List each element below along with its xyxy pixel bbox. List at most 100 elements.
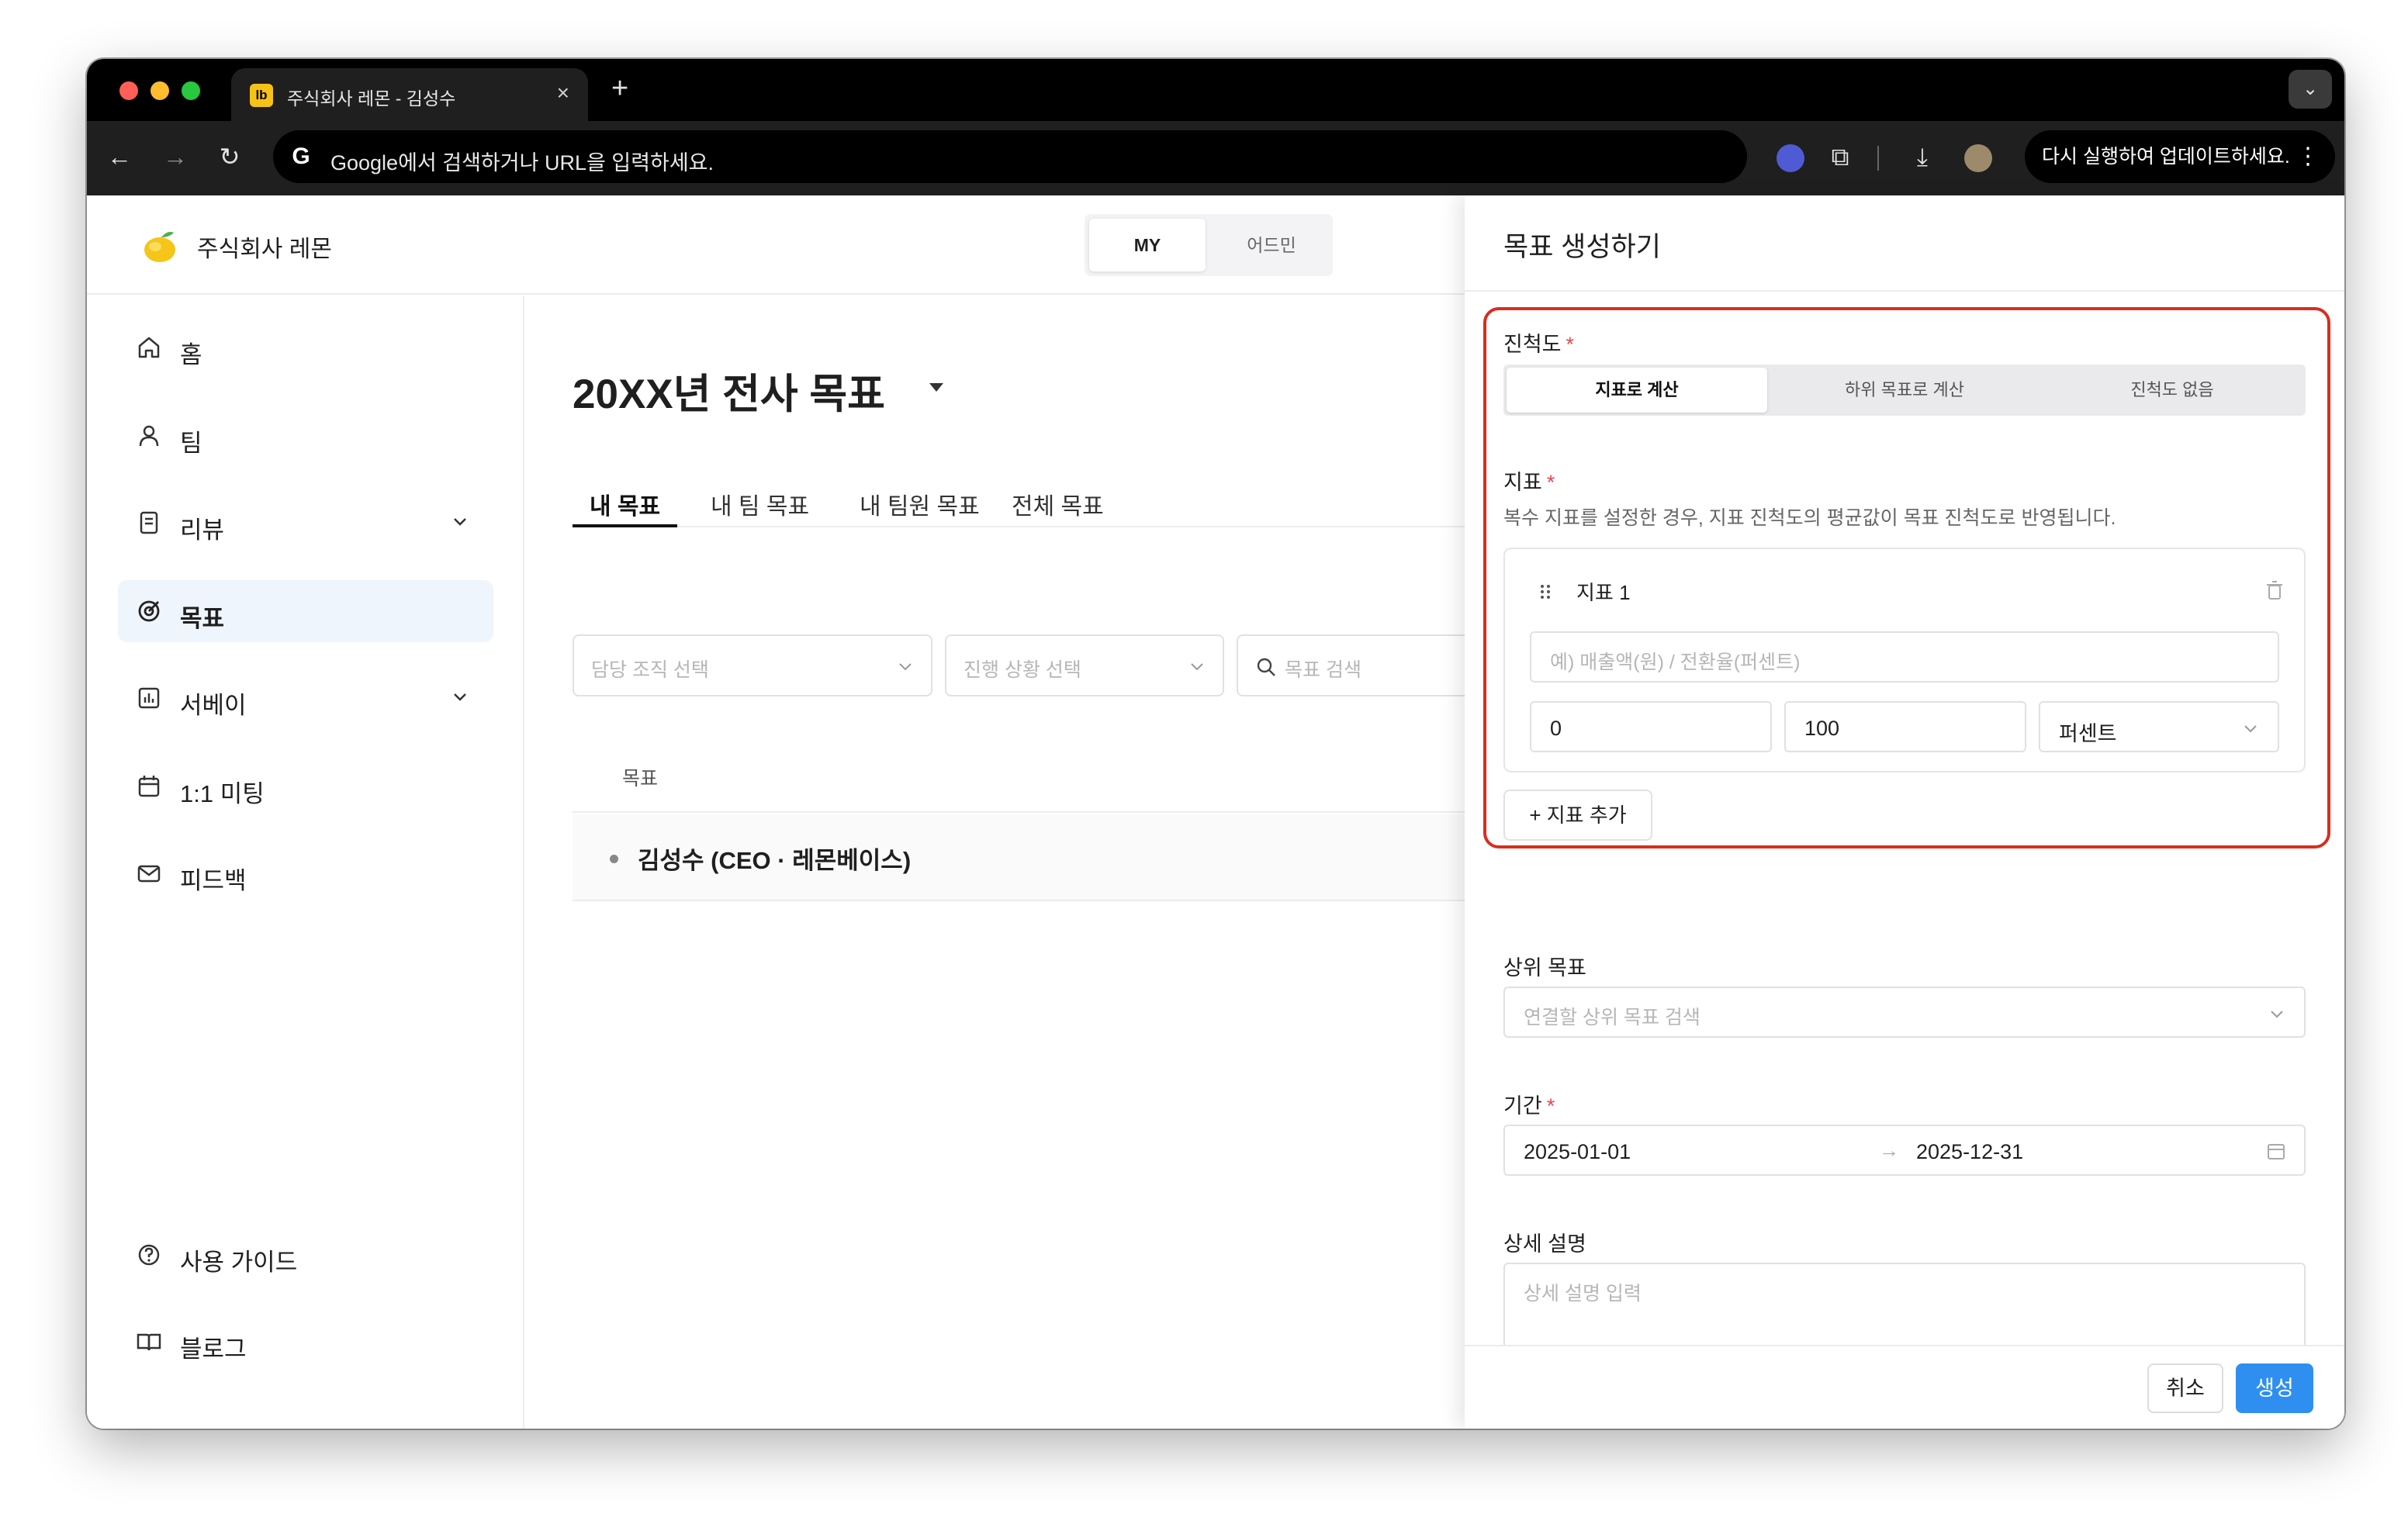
sidebar-item-feedback[interactable]: 피드백 xyxy=(118,842,493,904)
address-placeholder: Google에서 검색하거나 URL을 입력하세요. xyxy=(330,151,714,175)
calendar-icon xyxy=(138,776,160,797)
forward-arrow-icon[interactable]: → xyxy=(160,141,191,172)
sidebar-item-label: 블로그 xyxy=(180,1336,247,1363)
main-content: 20XX년 전사 목표 내 목표 내 팀 목표 내 팀원 목표 전체 목표 담당… xyxy=(526,296,1468,1429)
metric-unit-value: 퍼센트 xyxy=(2059,722,2117,745)
tab-close-icon[interactable]: × xyxy=(557,81,569,105)
org-filter-select[interactable]: 담당 조직 선택 xyxy=(573,634,932,696)
progress-label: 진척도 * xyxy=(1503,327,1574,358)
metric-name-input[interactable]: 예) 매출액(원) / 전환율(퍼센트) xyxy=(1530,631,2279,683)
progress-none-option[interactable]: 진척도 없음 xyxy=(2042,368,2302,413)
puzzle-extensions-icon[interactable]: ⧉ xyxy=(1825,141,1856,172)
mode-switch: MY 어드민 xyxy=(1085,214,1333,276)
chevron-down-icon xyxy=(2244,725,2257,733)
sidebar-item-one-on-one[interactable]: 1:1 미팅 xyxy=(118,755,493,817)
period-label: 기간 * xyxy=(1503,1089,1555,1119)
progress-by-subgoal-option[interactable]: 하위 목표로 계산 xyxy=(1774,368,2035,413)
help-icon xyxy=(138,1244,160,1266)
tab-my-goals[interactable]: 내 목표 xyxy=(573,487,678,527)
chevron-down-icon xyxy=(454,518,466,526)
row-owner: 김성수 (CEO · 레몬베이스) xyxy=(638,847,912,874)
period-range-picker[interactable]: 2025-01-01 → 2025-12-31 xyxy=(1503,1125,2306,1176)
tab-search-chevron-icon[interactable]: ⌄ xyxy=(2289,70,2332,109)
tab-all-goals[interactable]: 전체 목표 xyxy=(995,487,1121,527)
parent-goal-select[interactable]: 연결할 상위 목표 검색 xyxy=(1503,987,2306,1038)
metric-name: 지표 1 xyxy=(1576,581,1631,604)
metric-unit-select[interactable]: 퍼센트 xyxy=(2039,701,2279,752)
progress-label-text: 진척도 xyxy=(1503,333,1562,356)
metric-target-input[interactable]: 100 xyxy=(1784,701,2026,752)
metric-label-text: 지표 xyxy=(1503,471,1542,494)
metric-start-value: 0 xyxy=(1550,717,1562,740)
parent-goal-label-text: 상위 목표 xyxy=(1503,956,1586,980)
sidebar-item-blog[interactable]: 블로그 xyxy=(118,1311,493,1373)
mode-admin-button[interactable]: 어드민 xyxy=(1213,219,1330,271)
web-page: 주식회사 레몬 MY 어드민 홈 팀 리뷰 목표 서베이 1:1 미팅 피드백 … xyxy=(87,195,2344,1429)
period-start-value[interactable]: 2025-01-01 xyxy=(1524,1140,1631,1164)
more-menu-icon[interactable]: ⋮ xyxy=(2296,130,2320,183)
browser-tab[interactable]: lb 주식회사 레몬 - 김성수 × xyxy=(231,68,588,121)
maximize-window-button[interactable] xyxy=(182,81,200,100)
search-placeholder: 목표 검색 xyxy=(1285,659,1361,681)
sidebar-item-guide[interactable]: 사용 가이드 xyxy=(118,1224,493,1286)
calendar-icon xyxy=(2268,1144,2285,1159)
cancel-button[interactable]: 취소 xyxy=(2147,1363,2223,1413)
sidebar-item-label: 홈 xyxy=(180,341,202,368)
sidebar-item-survey[interactable]: 서베이 xyxy=(118,667,493,729)
reload-icon[interactable]: ↻ xyxy=(214,141,245,172)
minimize-window-button[interactable] xyxy=(150,81,169,100)
progress-by-metric-option[interactable]: 지표로 계산 xyxy=(1507,368,1767,413)
page-title: 20XX년 전사 목표 xyxy=(573,372,885,417)
new-tab-button[interactable]: + xyxy=(611,73,628,104)
status-filter-placeholder: 진행 상황 선택 xyxy=(964,659,1081,681)
sidebar-item-label: 목표 xyxy=(180,605,225,632)
chart-icon xyxy=(138,687,160,709)
book-icon xyxy=(137,1333,161,1351)
sidebar: 홈 팀 리뷰 목표 서베이 1:1 미팅 피드백 사용 가이드 블로그 xyxy=(87,296,524,1429)
address-bar[interactable]: G Google에서 검색하거나 URL을 입력하세요. xyxy=(273,130,1747,183)
profile-avatar[interactable] xyxy=(1964,144,1992,172)
description-label-text: 상세 설명 xyxy=(1503,1232,1586,1256)
person-icon xyxy=(139,425,159,447)
close-window-button[interactable] xyxy=(119,81,138,100)
sidebar-item-team[interactable]: 팀 xyxy=(118,405,493,467)
update-chrome-button[interactable]: 다시 실행하여 업데이트하세요. ⋮ xyxy=(2025,130,2335,183)
tab-team-goals[interactable]: 내 팀 목표 xyxy=(694,487,826,527)
chevron-down-icon xyxy=(454,693,466,701)
sidebar-item-label: 사용 가이드 xyxy=(180,1249,298,1276)
required-mark: * xyxy=(1546,471,1555,494)
title-dropdown-icon[interactable] xyxy=(929,383,943,392)
app-header: 주식회사 레몬 MY 어드민 xyxy=(87,195,1468,295)
tab-strip: lb 주식회사 레몬 - 김성수 × + ⌄ xyxy=(87,59,2344,121)
sidebar-item-home[interactable]: 홈 xyxy=(118,316,493,378)
drag-handle-icon[interactable] xyxy=(1539,583,1552,600)
period-end-value[interactable]: 2025-12-31 xyxy=(1916,1140,2023,1164)
bullet-icon xyxy=(610,855,618,863)
metric-label: 지표 * xyxy=(1503,465,1555,496)
status-filter-select[interactable]: 진행 상황 선택 xyxy=(945,634,1224,696)
add-metric-button[interactable]: + 지표 추가 xyxy=(1503,790,1652,841)
goal-list-header: 목표 xyxy=(573,735,1468,813)
sidebar-item-review[interactable]: 리뷰 xyxy=(118,492,493,554)
download-icon[interactable]: ⤓ xyxy=(1907,141,1938,172)
mode-my-button[interactable]: MY xyxy=(1089,219,1206,271)
description-textarea[interactable]: 상세 설명 입력 xyxy=(1503,1263,2306,1356)
goal-search-input[interactable]: 목표 검색 xyxy=(1237,634,1468,696)
update-label: 다시 실행하여 업데이트하세요. xyxy=(2042,146,2290,168)
table-row[interactable]: 김성수 (CEO · 레몬베이스) xyxy=(573,814,1468,901)
sidebar-item-goal[interactable]: 목표 xyxy=(118,580,493,642)
metric-card: 지표 1 예) 매출액(원) / 전환율(퍼센트) 0 100 퍼센트 xyxy=(1503,548,2306,772)
metric-start-input[interactable]: 0 xyxy=(1530,701,1772,752)
target-icon xyxy=(138,600,160,622)
chevron-down-icon xyxy=(899,663,912,671)
back-arrow-icon[interactable]: ← xyxy=(104,141,135,172)
trash-icon[interactable] xyxy=(2264,579,2285,602)
document-icon xyxy=(140,511,158,534)
progress-type-segmented: 지표로 계산 하위 목표로 계산 진척도 없음 xyxy=(1503,365,2306,416)
create-button[interactable]: 생성 xyxy=(2236,1363,2313,1413)
extension-icon[interactable] xyxy=(1777,144,1804,172)
column-header-goal: 목표 xyxy=(622,768,659,790)
required-mark: * xyxy=(1566,333,1575,356)
tab-member-goals[interactable]: 내 팀원 목표 xyxy=(842,487,997,527)
mail-icon xyxy=(137,865,161,883)
